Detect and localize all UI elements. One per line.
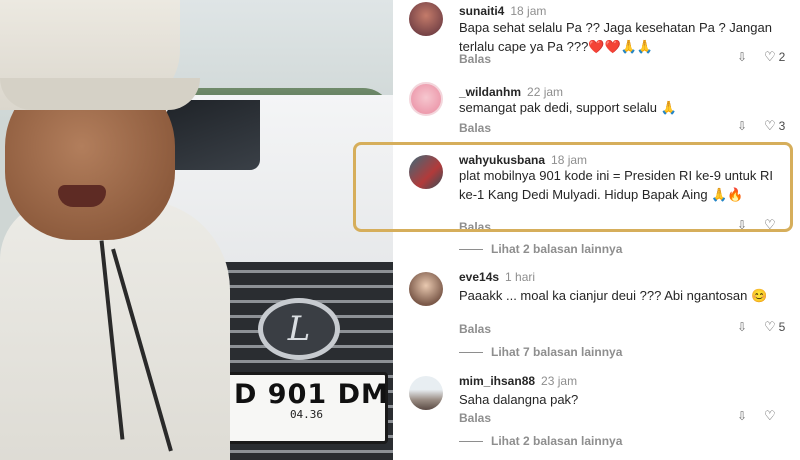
video-frame: L D 901 DM 04.36 <box>0 0 393 460</box>
comment-time: 23 jam <box>541 374 578 388</box>
comment-time: 18 jam <box>551 153 588 167</box>
comment-time: 1 hari <box>505 270 536 284</box>
comment-text: plat mobilnya 901 kode ini = Presiden RI… <box>459 168 773 202</box>
comment-text: semangat pak dedi, support selalu 🙏 <box>459 100 677 115</box>
reply-button[interactable]: Balas <box>459 121 491 135</box>
comment-username[interactable]: wahyukusbana 18 jam <box>459 153 587 167</box>
license-plate: D 901 DM 04.36 <box>225 372 388 444</box>
car-emblem: L <box>258 298 340 360</box>
reply-button[interactable]: Balas <box>459 322 491 336</box>
like-button[interactable]: ♡ <box>764 408 779 424</box>
reply-button[interactable]: Balas <box>459 52 491 66</box>
view-more-replies[interactable]: Lihat 2 balasan lainnya <box>459 434 622 448</box>
like-button[interactable]: ♡ 5 <box>764 319 785 335</box>
like-count: 5 <box>778 320 786 334</box>
cap-bill <box>0 78 200 110</box>
view-more-replies[interactable]: Lihat 7 balasan lainnya <box>459 345 622 359</box>
comment-text: Paaakk ... moal ka cianjur deui ??? Abi … <box>459 288 768 303</box>
avatar[interactable] <box>409 155 443 189</box>
heart-icon: ♡ <box>764 319 776 334</box>
avatar[interactable] <box>409 82 443 116</box>
dislike-icon[interactable]: ⇩ <box>737 320 747 334</box>
comments-panel[interactable]: sunaiti4 18 jam Bapa sehat selalu Pa ?? J… <box>393 0 800 460</box>
avatar[interactable] <box>409 376 443 410</box>
like-count: 3 <box>778 119 786 133</box>
dislike-icon[interactable]: ⇩ <box>737 50 747 64</box>
view-more-replies[interactable]: Lihat 2 balasan lainnya <box>459 242 622 256</box>
heart-icon: ♡ <box>764 49 776 64</box>
dislike-icon[interactable]: ⇩ <box>737 119 747 133</box>
reply-button[interactable]: Balas <box>459 411 491 425</box>
avatar[interactable] <box>409 272 443 306</box>
heart-icon: ♡ <box>764 118 776 133</box>
like-button[interactable]: ♡ 3 <box>764 118 785 134</box>
avatar[interactable] <box>409 2 443 36</box>
person-mouth <box>58 185 106 207</box>
comment-text: Saha dalangna pak? <box>459 392 579 407</box>
reply-button[interactable]: Balas <box>459 220 491 234</box>
dislike-icon[interactable]: ⇩ <box>737 218 747 232</box>
comment-time: 18 jam <box>510 4 547 18</box>
like-button[interactable]: ♡ 2 <box>764 49 785 65</box>
car-windshield <box>165 100 260 170</box>
plate-number: D 901 DM <box>234 379 389 410</box>
like-button[interactable]: ♡ <box>764 217 779 233</box>
comment-text: Bapa sehat selalu Pa ?? Jaga kesehatan P… <box>459 20 772 54</box>
like-count: 2 <box>778 50 786 64</box>
comment-username[interactable]: mim_ihsan88 23 jam <box>459 374 577 388</box>
comment-username[interactable]: _wildanhm 22 jam <box>459 85 563 99</box>
dislike-icon[interactable]: ⇩ <box>737 409 747 423</box>
comment-time: 22 jam <box>527 85 564 99</box>
heart-icon: ♡ <box>764 408 776 423</box>
comment-username[interactable]: sunaiti4 18 jam <box>459 4 546 18</box>
comment-username[interactable]: eve14s 1 hari <box>459 270 535 284</box>
heart-icon: ♡ <box>764 217 776 232</box>
